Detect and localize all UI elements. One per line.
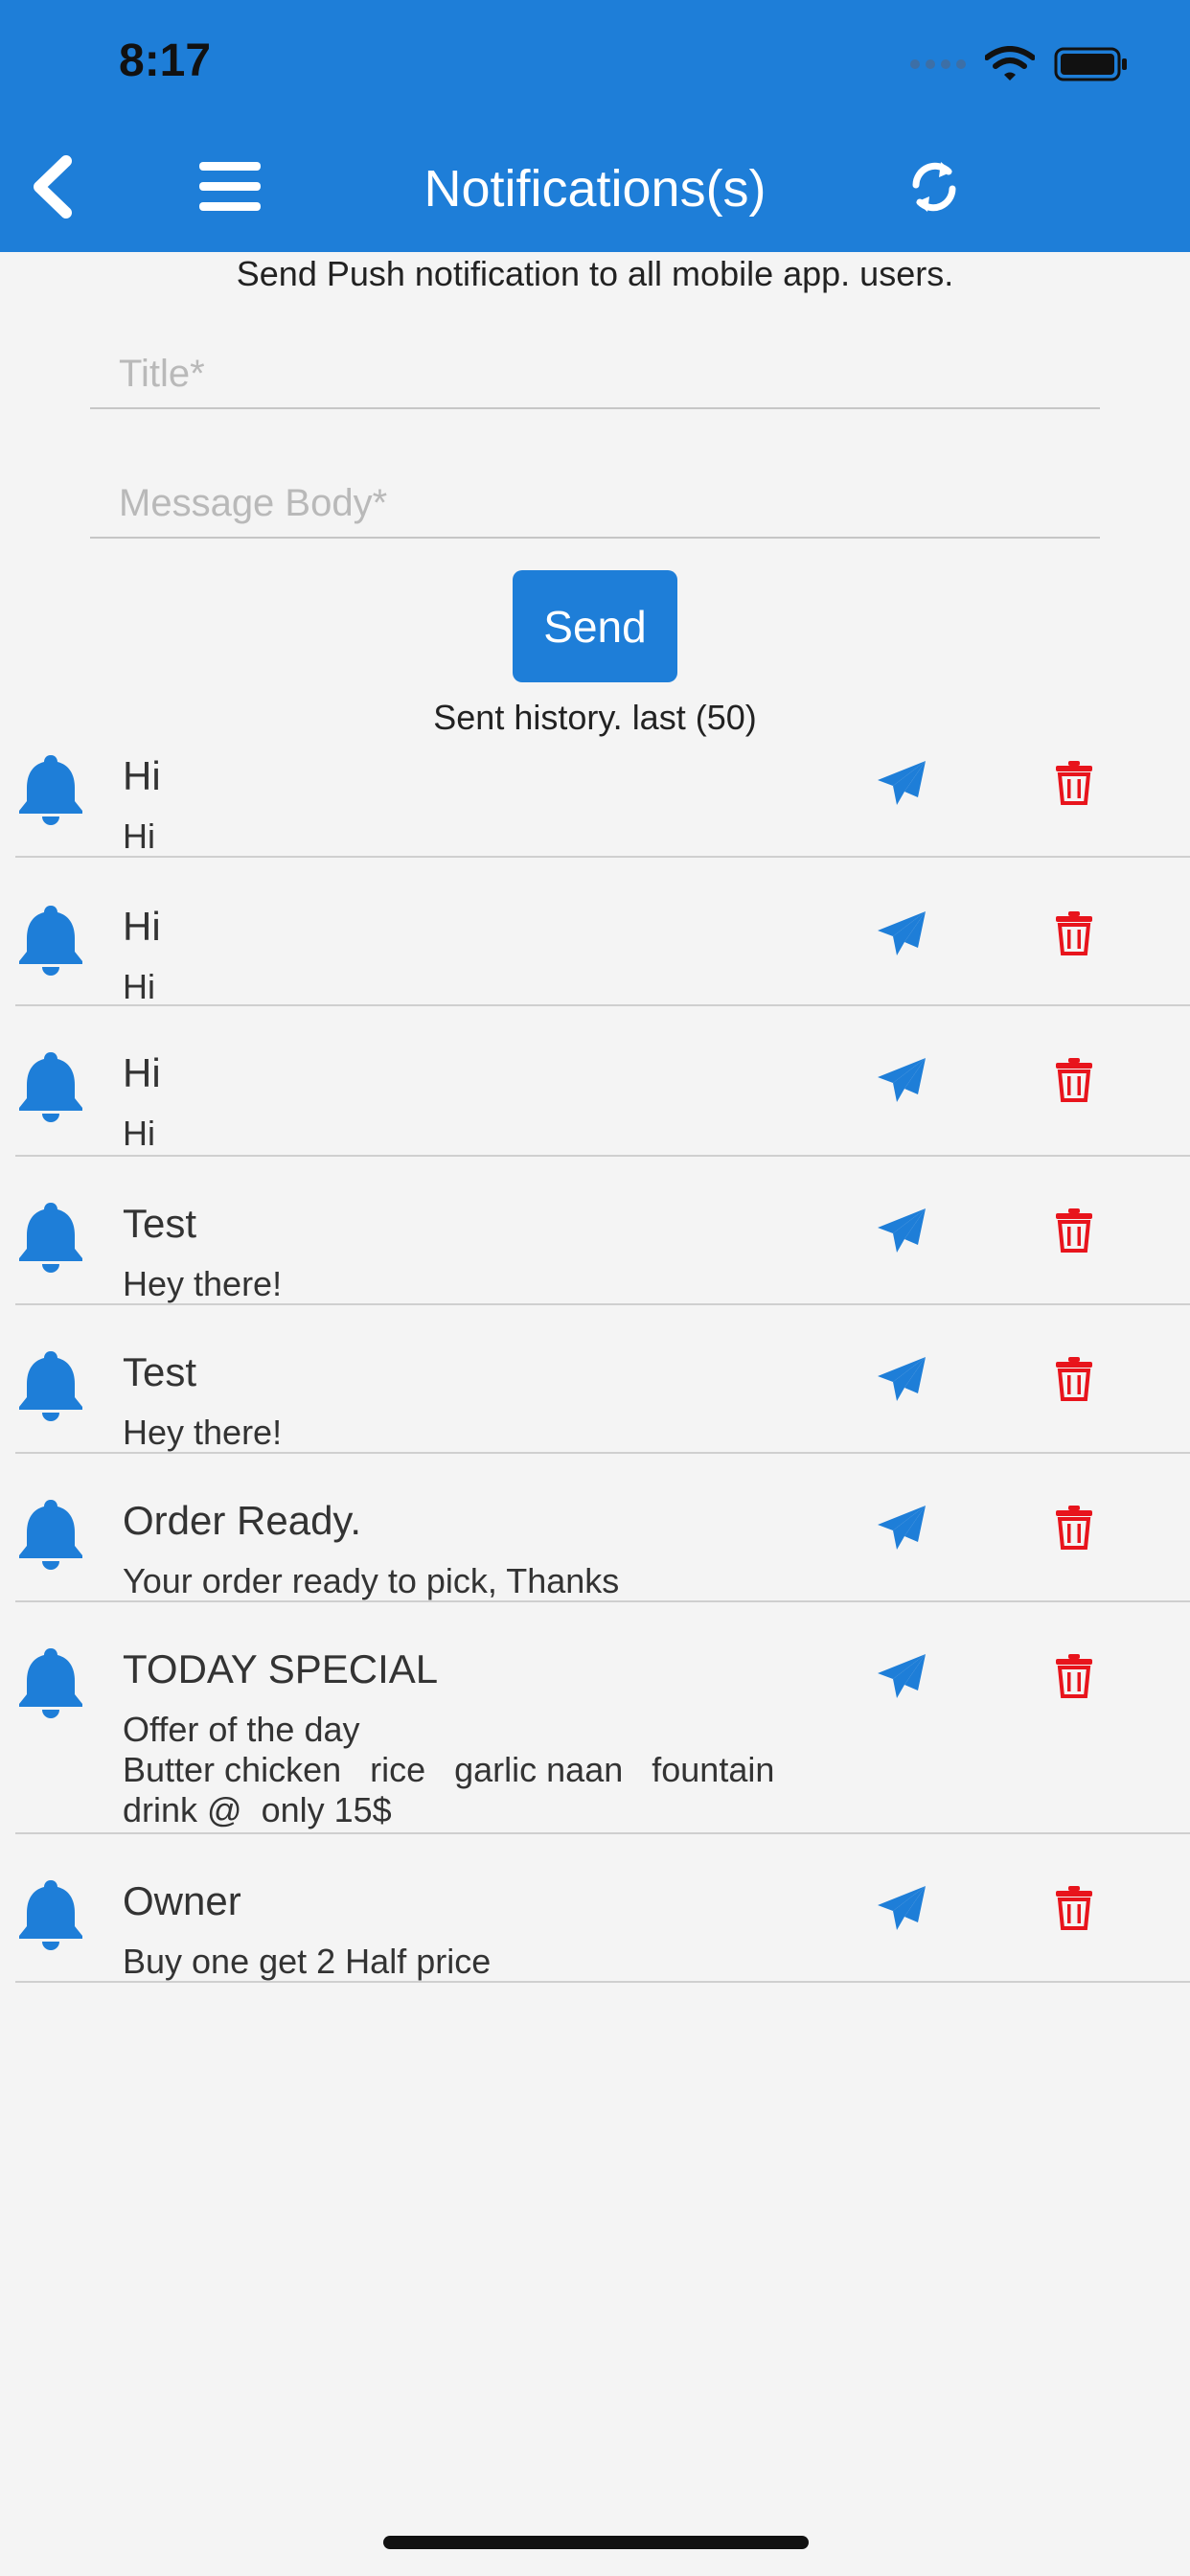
resend-button[interactable] [868, 900, 935, 967]
resend-button[interactable] [868, 749, 935, 816]
app-header: 8:17 Notifications(s) [0, 0, 1190, 252]
delete-button[interactable] [1041, 1494, 1108, 1561]
battery-icon [1054, 47, 1127, 81]
notification-title: Test [123, 1201, 197, 1246]
title-field [90, 340, 1100, 409]
delete-button[interactable] [1041, 1874, 1108, 1942]
notification-body: Your order ready to pick, Thanks [123, 1561, 620, 1600]
home-indicator [383, 2536, 809, 2549]
bell-icon [19, 1203, 82, 1273]
paper-plane-icon [878, 1208, 926, 1253]
notification-title: Order Ready. [123, 1498, 361, 1543]
notification-body: Offer of the day Butter chicken rice gar… [123, 1710, 775, 1829]
notification-body: Hey there! [123, 1413, 283, 1452]
trash-icon [1056, 1208, 1092, 1253]
page-title: Notifications(s) [423, 160, 767, 218]
list-item[interactable]: Owner Buy one get 2 Half price [15, 1834, 1190, 1983]
notification-title: Hi [123, 1050, 161, 1095]
trash-icon [1056, 1058, 1092, 1102]
status-time: 8:17 [119, 35, 212, 86]
form-description: Send Push notification to all mobile app… [236, 254, 954, 293]
resend-button[interactable] [868, 1197, 935, 1264]
paper-plane-icon [878, 911, 926, 955]
trash-icon [1056, 911, 1092, 955]
notification-title: Test [123, 1349, 197, 1394]
refresh-icon [912, 162, 956, 212]
resend-button[interactable] [868, 1046, 935, 1114]
trash-icon [1056, 1654, 1092, 1698]
list-item[interactable]: Hi Hi [15, 1006, 1190, 1157]
refresh-button[interactable] [896, 149, 973, 225]
bell-icon [19, 755, 82, 825]
delete-button[interactable] [1041, 1197, 1108, 1264]
paper-plane-icon [878, 1654, 926, 1698]
notification-body: Hi [123, 1114, 155, 1153]
history-label: Sent history. last (50) [433, 698, 757, 737]
trash-icon [1056, 761, 1092, 805]
paper-plane-icon [878, 1357, 926, 1401]
delete-button[interactable] [1041, 1046, 1108, 1114]
resend-button[interactable] [868, 1494, 935, 1561]
notification-title: Hi [123, 753, 161, 798]
history-list: Hi Hi Hi Hi Hi Hi Test Hey there! Test H… [0, 748, 1190, 1983]
status-icons [910, 46, 1129, 82]
bell-icon [19, 1052, 82, 1122]
notification-body: Buy one get 2 Half price [123, 1942, 492, 1981]
notification-body: Hi [123, 816, 155, 856]
resend-button[interactable] [868, 1643, 935, 1710]
bell-icon [19, 1351, 82, 1421]
trash-icon [1056, 1357, 1092, 1401]
bell-icon [19, 906, 82, 976]
trash-icon [1056, 1506, 1092, 1550]
delete-button[interactable] [1041, 1346, 1108, 1413]
paper-plane-icon [878, 1058, 926, 1102]
bell-icon [19, 1500, 82, 1570]
title-input[interactable] [90, 340, 1100, 407]
list-item[interactable]: Hi Hi [15, 858, 1190, 1006]
trash-icon [1056, 1886, 1092, 1930]
resend-button[interactable] [868, 1874, 935, 1942]
list-item[interactable]: TODAY SPECIAL Offer of the day Butter ch… [15, 1602, 1190, 1834]
list-item[interactable]: Hi Hi [15, 748, 1190, 858]
notification-title: TODAY SPECIAL [123, 1646, 439, 1691]
bell-icon [19, 1880, 82, 1950]
paper-plane-icon [878, 1886, 926, 1930]
message-body-input[interactable] [90, 470, 1100, 537]
resend-button[interactable] [868, 1346, 935, 1413]
message-body-field [90, 470, 1100, 539]
list-item[interactable]: Test Hey there! [15, 1305, 1190, 1454]
send-button[interactable]: Send [513, 570, 677, 682]
notification-title: Owner [123, 1878, 241, 1923]
notification-body: Hi [123, 967, 155, 1006]
notification-title: Hi [123, 904, 161, 949]
list-item[interactable]: Order Ready. Your order ready to pick, T… [15, 1454, 1190, 1602]
bell-icon [19, 1648, 82, 1718]
wifi-icon [985, 46, 1035, 80]
list-item[interactable]: Test Hey there! [15, 1157, 1190, 1305]
signal-icon [910, 59, 966, 69]
delete-button[interactable] [1041, 749, 1108, 816]
delete-button[interactable] [1041, 900, 1108, 967]
paper-plane-icon [878, 1506, 926, 1550]
delete-button[interactable] [1041, 1643, 1108, 1710]
notification-body: Hey there! [123, 1264, 283, 1303]
paper-plane-icon [878, 761, 926, 805]
